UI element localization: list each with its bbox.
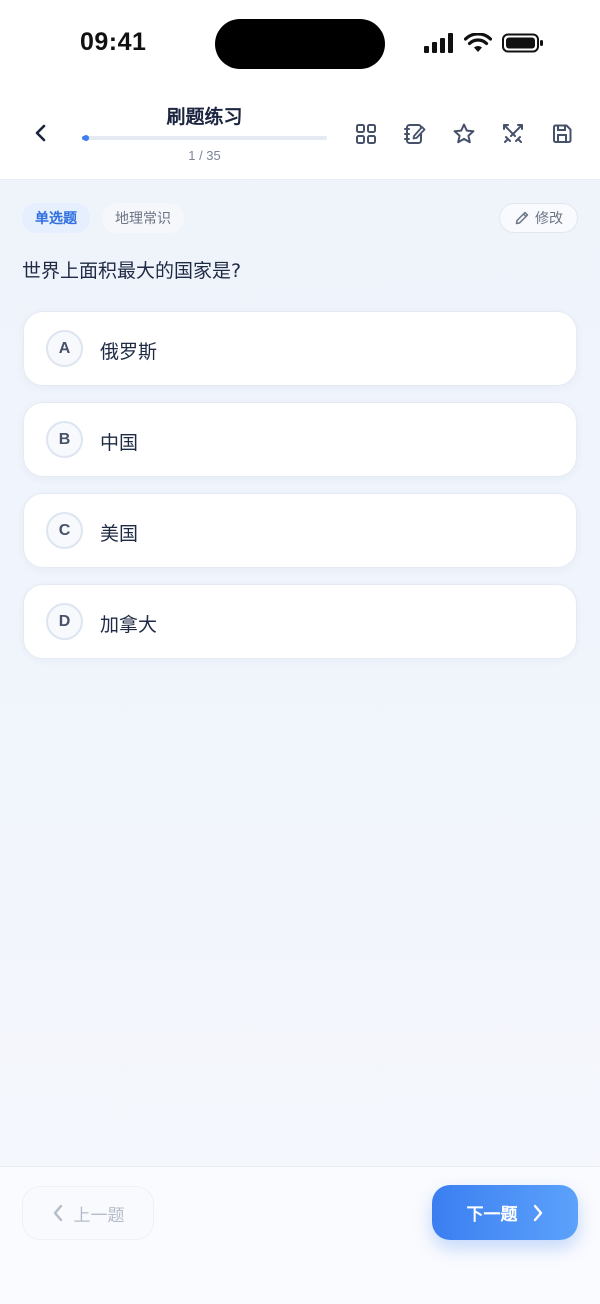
option-a[interactable]: A 俄罗斯 <box>23 311 577 386</box>
dynamic-island <box>215 19 385 69</box>
option-letter: D <box>46 603 83 640</box>
back-button[interactable] <box>26 118 56 148</box>
chevron-right-icon <box>533 1204 542 1221</box>
chevron-left-icon <box>53 1204 62 1222</box>
question-type-tag: 单选题 <box>22 203 90 233</box>
status-time: 09:41 <box>80 28 147 56</box>
edit-button[interactable]: 修改 <box>499 203 578 233</box>
question-category-tag: 地理常识 <box>102 203 184 233</box>
header: 刷题练习 1 / 35 <box>0 90 600 180</box>
pencil-icon <box>515 211 529 225</box>
screen: 09:41 刷题练习 1 / 35 单选题 地理常识 修改 世界上面积最大的国家… <box>0 0 600 1304</box>
grid-button[interactable] <box>352 120 380 148</box>
option-letter: A <box>46 330 83 367</box>
notes-button[interactable] <box>401 120 429 148</box>
next-label: 下一题 <box>466 1205 518 1225</box>
wifi-icon <box>463 32 493 57</box>
save-icon <box>553 124 572 143</box>
next-question-button[interactable]: 下一题 <box>432 1185 578 1240</box>
battery-icon <box>502 33 544 57</box>
option-d[interactable]: D 加拿大 <box>23 584 577 659</box>
star-icon <box>453 123 475 144</box>
option-c[interactable]: C 美国 <box>23 493 577 568</box>
option-text: 美国 <box>100 523 139 545</box>
battle-button[interactable] <box>499 120 527 148</box>
edit-note-icon <box>404 124 426 144</box>
option-letter: C <box>46 512 83 549</box>
save-button[interactable] <box>548 120 576 148</box>
sword-icon <box>503 124 523 143</box>
page-title: 刷题练习 <box>166 106 243 128</box>
edit-label: 修改 <box>535 211 563 227</box>
progress-bar <box>82 135 327 141</box>
option-letter: B <box>46 421 83 458</box>
status-bar: 09:41 <box>0 0 600 90</box>
grid-icon <box>356 124 376 144</box>
option-b[interactable]: B 中国 <box>23 402 577 477</box>
progress-text: 1 / 35 <box>188 148 221 163</box>
option-text: 加拿大 <box>100 614 158 636</box>
progress-dot <box>83 135 89 141</box>
option-text: 俄罗斯 <box>100 341 158 363</box>
prev-question-button[interactable]: 上一题 <box>22 1186 154 1240</box>
chevron-left-icon <box>35 124 46 142</box>
signal-icon <box>424 33 454 57</box>
prev-label: 上一题 <box>73 1205 125 1226</box>
option-text: 中国 <box>100 432 139 454</box>
status-icons <box>424 32 544 57</box>
question-text: 世界上面积最大的国家是? <box>22 260 242 282</box>
favorite-button[interactable] <box>450 120 478 148</box>
